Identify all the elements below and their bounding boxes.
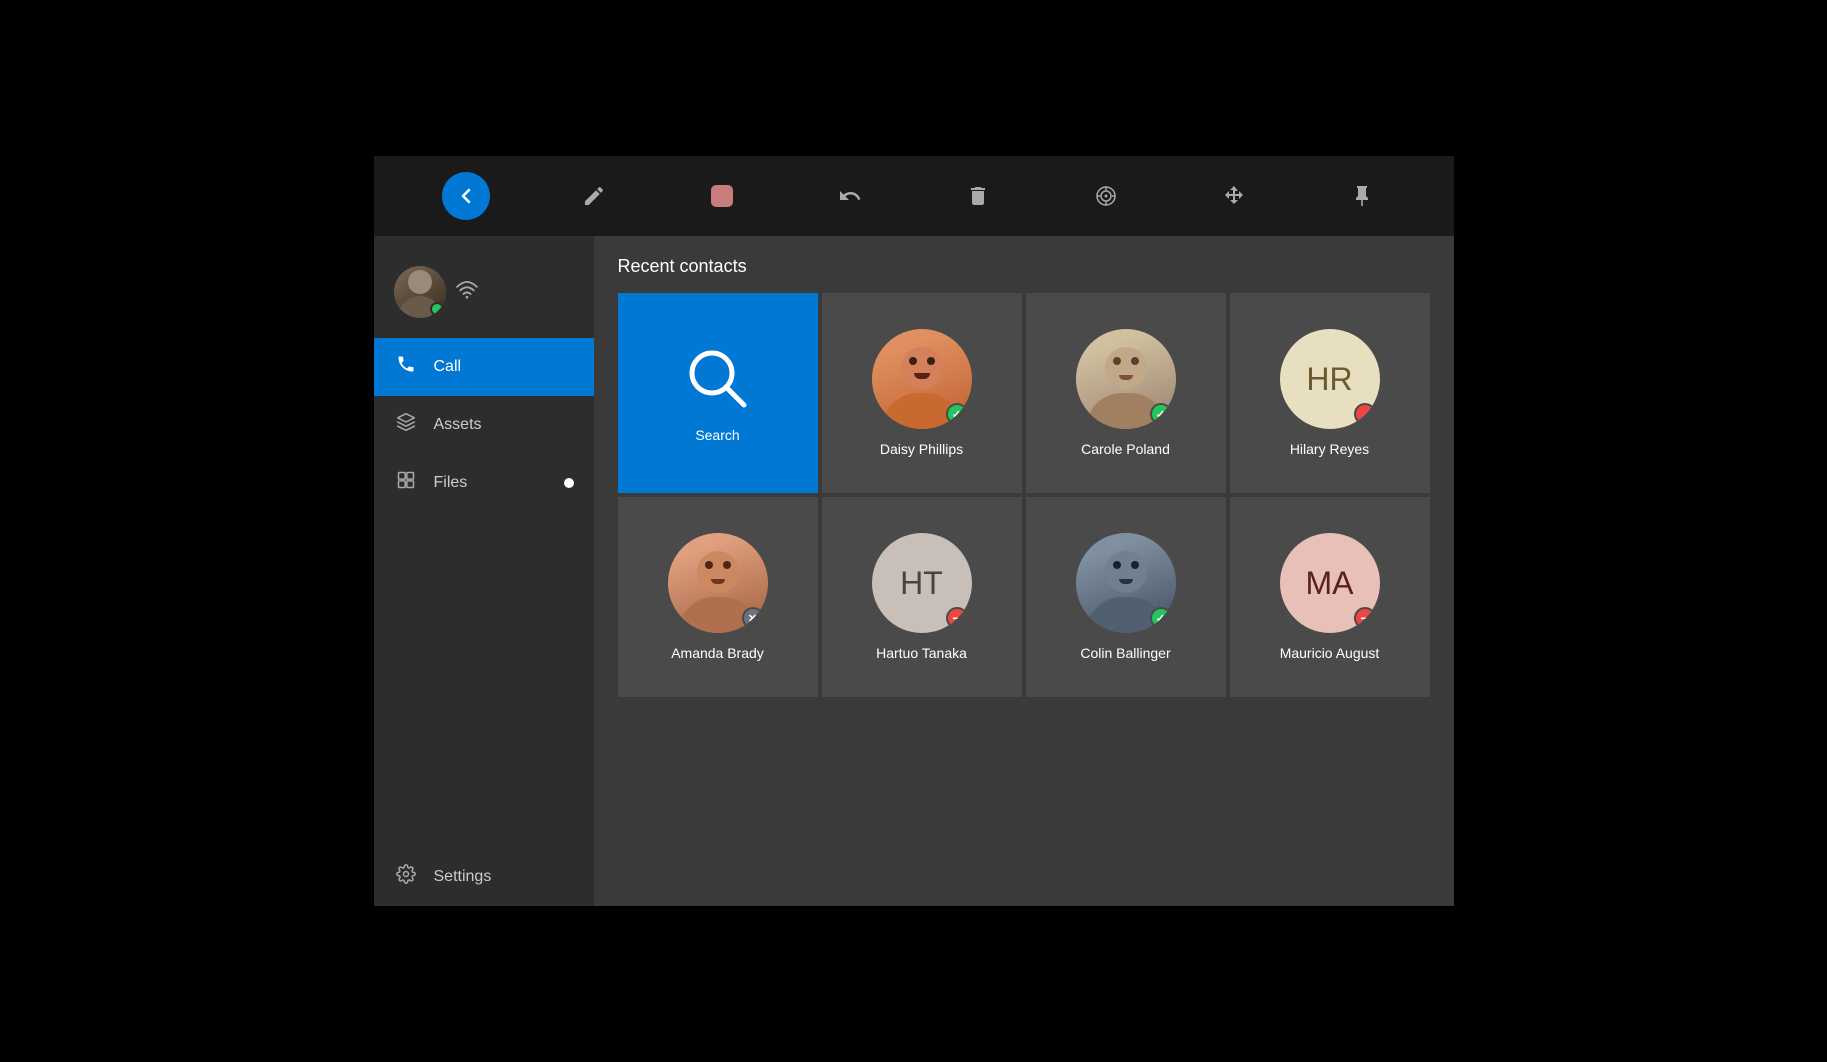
- assets-icon: [394, 412, 418, 438]
- search-tile[interactable]: Search: [618, 293, 818, 493]
- files-icon: [394, 470, 418, 496]
- avatar-colin: ✓: [1076, 533, 1176, 633]
- wifi-icon: [456, 281, 478, 304]
- user-area: [374, 256, 594, 338]
- mauricio-status: −: [1354, 607, 1376, 629]
- contact-tile-carole[interactable]: ✓ Carole Poland: [1026, 293, 1226, 493]
- pin-button[interactable]: [1338, 172, 1386, 220]
- amanda-name: Amanda Brady: [671, 645, 764, 661]
- hartuo-initials: HT: [900, 565, 943, 602]
- contact-tile-mauricio[interactable]: MA − Mauricio August: [1230, 497, 1430, 697]
- user-online-status: [430, 302, 444, 316]
- files-notification-dot: [564, 478, 574, 488]
- main-content: Call Assets: [374, 236, 1454, 906]
- contact-tile-hilary[interactable]: HR Hilary Reyes: [1230, 293, 1430, 493]
- colin-name: Colin Ballinger: [1080, 645, 1170, 661]
- contact-tile-amanda[interactable]: ✕ Amanda Brady: [618, 497, 818, 697]
- minus-icon: −: [1360, 611, 1368, 625]
- call-icon: [394, 354, 418, 380]
- mauricio-name: Mauricio August: [1280, 645, 1380, 661]
- avatar: [394, 266, 446, 318]
- contact-tile-colin[interactable]: ✓ Colin Ballinger: [1026, 497, 1226, 697]
- sidebar-item-call-label: Call: [434, 358, 462, 376]
- sidebar: Call Assets: [374, 236, 594, 906]
- sidebar-item-call[interactable]: Call: [374, 338, 594, 396]
- carole-name: Carole Poland: [1081, 441, 1170, 457]
- sidebar-item-files-label: Files: [434, 474, 468, 492]
- contact-tile-daisy[interactable]: ✓ Daisy Phillips: [822, 293, 1022, 493]
- minus-icon: −: [952, 611, 960, 625]
- app-window: Call Assets: [374, 156, 1454, 906]
- stop-icon: [711, 185, 733, 207]
- check-icon: ✓: [952, 408, 961, 421]
- contacts-grid: Search: [618, 293, 1430, 697]
- amanda-status: ✕: [742, 607, 764, 629]
- avatar-mauricio: MA −: [1280, 533, 1380, 633]
- avatar-amanda: ✕: [668, 533, 768, 633]
- avatar-carole: ✓: [1076, 329, 1176, 429]
- sidebar-item-settings[interactable]: Settings: [374, 848, 594, 906]
- sidebar-item-files[interactable]: Files: [374, 454, 594, 512]
- daisy-status: ✓: [946, 403, 968, 425]
- toolbar: [374, 156, 1454, 236]
- daisy-name: Daisy Phillips: [880, 441, 963, 457]
- content-area: Recent contacts Search: [594, 236, 1454, 906]
- check-icon: ✓: [1156, 408, 1165, 421]
- hilary-name: Hilary Reyes: [1290, 441, 1369, 457]
- trash-button[interactable]: [954, 172, 1002, 220]
- hilary-status: [1354, 403, 1376, 425]
- sidebar-item-assets[interactable]: Assets: [374, 396, 594, 454]
- avatar-hilary: HR: [1280, 329, 1380, 429]
- avatar-daisy: ✓: [872, 329, 972, 429]
- sidebar-item-settings-label: Settings: [434, 868, 492, 886]
- hilary-initials: HR: [1306, 361, 1352, 398]
- pen-button[interactable]: [570, 172, 618, 220]
- colin-status: ✓: [1150, 607, 1172, 629]
- x-icon: ✕: [748, 612, 757, 625]
- stop-button[interactable]: [698, 172, 746, 220]
- mauricio-initials: MA: [1306, 565, 1354, 602]
- avatar-hartuo: HT −: [872, 533, 972, 633]
- sidebar-item-assets-label: Assets: [434, 416, 482, 434]
- hartuo-status: −: [946, 607, 968, 629]
- section-title: Recent contacts: [618, 256, 1430, 277]
- settings-icon: [394, 864, 418, 890]
- search-label: Search: [695, 427, 739, 443]
- target-button[interactable]: [1082, 172, 1130, 220]
- back-button[interactable]: [442, 172, 490, 220]
- move-button[interactable]: [1210, 172, 1258, 220]
- carole-status: ✓: [1150, 403, 1172, 425]
- search-icon: [682, 343, 754, 415]
- contact-tile-hartuo[interactable]: HT − Hartuo Tanaka: [822, 497, 1022, 697]
- check-icon: ✓: [1156, 612, 1165, 625]
- undo-button[interactable]: [826, 172, 874, 220]
- hartuo-name: Hartuo Tanaka: [876, 645, 967, 661]
